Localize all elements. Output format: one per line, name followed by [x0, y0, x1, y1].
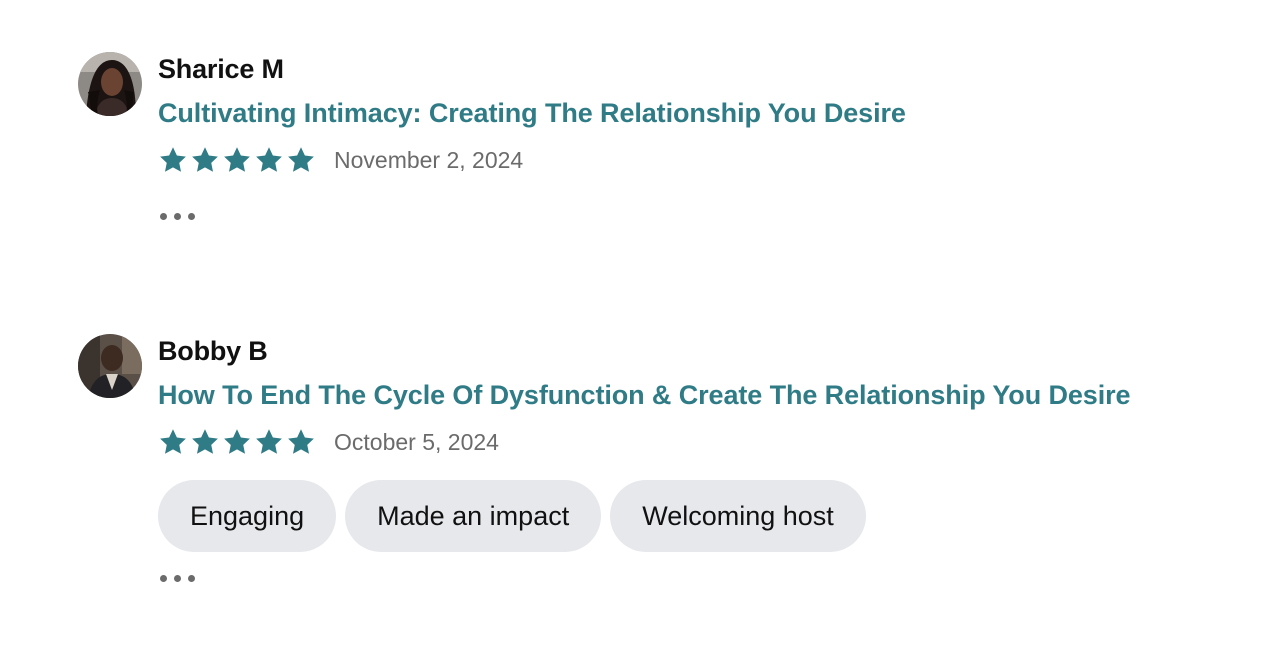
rating-row: November 2, 2024 [158, 144, 523, 176]
review-date: November 2, 2024 [334, 146, 524, 173]
event-title-link[interactable]: Cultivating Intimacy: Creating The Relat… [158, 98, 906, 129]
review-date: October 5, 2024 [334, 428, 499, 455]
star-rating [158, 427, 316, 457]
star-icon [222, 427, 252, 457]
star-icon [190, 427, 220, 457]
star-icon [158, 427, 188, 457]
more-options-icon[interactable] [160, 575, 195, 582]
star-icon [286, 427, 316, 457]
reviewer-name[interactable]: Bobby B [158, 336, 268, 367]
reviewer-avatar[interactable] [78, 334, 142, 398]
more-options-icon[interactable] [160, 213, 195, 220]
star-icon [222, 145, 252, 175]
star-icon [254, 145, 284, 175]
star-icon [158, 145, 188, 175]
star-icon [286, 145, 316, 175]
tag-engaging: Engaging [158, 480, 337, 552]
star-icon [254, 427, 284, 457]
star-icon [190, 145, 220, 175]
event-title-link[interactable]: How To End The Cycle Of Dysfunction & Cr… [158, 380, 1131, 411]
rating-row: October 5, 2024 [158, 426, 499, 458]
reviewer-name[interactable]: Sharice M [158, 54, 284, 85]
review-tags: Engaging Made an impact Welcoming host [158, 480, 866, 552]
review-card: Sharice M Cultivating Intimacy: Creating… [78, 52, 1228, 232]
review-card: Bobby B How To End The Cycle Of Dysfunct… [78, 334, 1228, 594]
reviewer-avatar[interactable] [78, 52, 142, 116]
tag-made-an-impact: Made an impact [345, 480, 602, 552]
star-rating [158, 145, 316, 175]
tag-welcoming-host: Welcoming host [610, 480, 866, 552]
